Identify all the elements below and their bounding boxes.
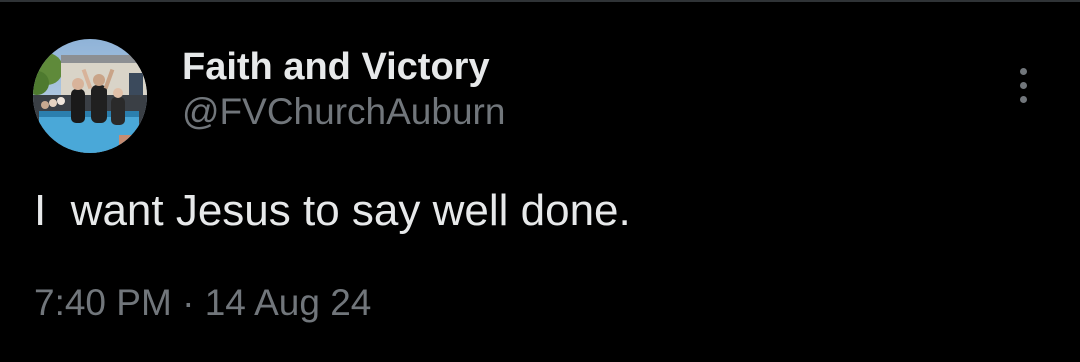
author-handle[interactable]: @FVChurchAuburn [182,89,505,135]
tweet-timestamp[interactable]: 7:40 PM · 14 Aug 24 [34,280,371,326]
more-options-button[interactable] [1004,63,1042,107]
tweet-date[interactable]: 14 Aug 24 [205,282,372,323]
tweet[interactable]: Faith and Victory @FVChurchAuburn I want… [0,0,1080,362]
more-vertical-icon-dot [1019,81,1027,89]
more-vertical-icon [1019,67,1027,75]
avatar[interactable] [33,39,147,153]
meta-separator: · [182,282,195,323]
tweet-author[interactable]: Faith and Victory @FVChurchAuburn [182,44,505,135]
avatar-photo [33,39,147,153]
more-vertical-icon-dot [1019,95,1027,103]
tweet-text: I want Jesus to say well done. [34,186,631,235]
author-display-name[interactable]: Faith and Victory [182,44,505,90]
tweet-time[interactable]: 7:40 PM [34,282,172,323]
